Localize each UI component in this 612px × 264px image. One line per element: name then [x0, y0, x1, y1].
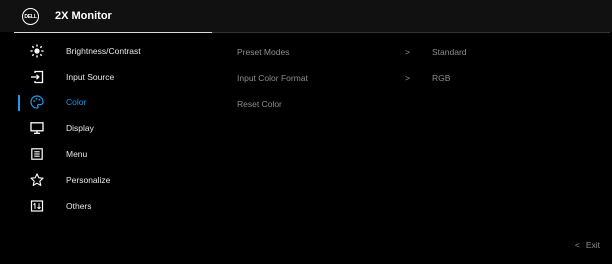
menu-item-menu[interactable]: Menu — [14, 141, 212, 167]
chevron-left-icon: < — [574, 240, 580, 250]
menu-item-input-source[interactable]: Input Source — [14, 64, 212, 90]
menu-item-label: Menu — [66, 149, 88, 160]
main-menu: Brightness/Contrast Input Source Color D… — [14, 38, 212, 219]
submenu-value: RGB — [432, 73, 451, 83]
menu-item-label: Others — [66, 200, 92, 211]
exit-button[interactable]: < Exit — [575, 240, 600, 250]
chevron-right-icon: > — [405, 47, 410, 57]
submenu-label: Input Color Format — [237, 73, 308, 83]
color-palette-icon — [30, 95, 44, 110]
osd-window: DELL 2X Monitor Brightness/Contrast Inpu… — [0, 0, 612, 264]
chevron-right-icon: > — [405, 73, 410, 83]
menu-item-label: Color — [66, 97, 87, 108]
submenu-label: Preset Modes — [237, 47, 290, 57]
others-icon — [30, 199, 44, 213]
menu-item-personalize[interactable]: Personalize — [14, 167, 212, 193]
osd-header: DELL 2X Monitor — [0, 0, 612, 32]
menu-item-color[interactable]: Color — [14, 90, 212, 116]
display-monitor-icon — [30, 121, 44, 135]
submenu-value: Standard — [432, 47, 467, 57]
menu-item-brightness-contrast[interactable]: Brightness/Contrast — [14, 38, 212, 64]
star-icon — [30, 173, 44, 187]
dell-logo: DELL — [22, 8, 39, 25]
menu-item-label: Brightness/Contrast — [66, 45, 141, 56]
menu-item-label: Personalize — [66, 174, 111, 185]
menu-icon — [30, 147, 44, 161]
selection-indicator — [18, 94, 20, 111]
submenu-divider — [212, 32, 610, 33]
menu-divider — [14, 32, 212, 33]
menu-item-label: Input Source — [66, 71, 115, 82]
monitor-title: 2X Monitor — [55, 10, 112, 22]
brightness-icon — [30, 44, 44, 58]
menu-item-others[interactable]: Others — [14, 193, 212, 219]
input-source-icon — [30, 70, 44, 84]
menu-item-display[interactable]: Display — [14, 115, 212, 141]
menu-item-label: Display — [66, 123, 94, 134]
submenu-label: Reset Color — [237, 99, 282, 109]
exit-label: Exit — [585, 240, 600, 250]
